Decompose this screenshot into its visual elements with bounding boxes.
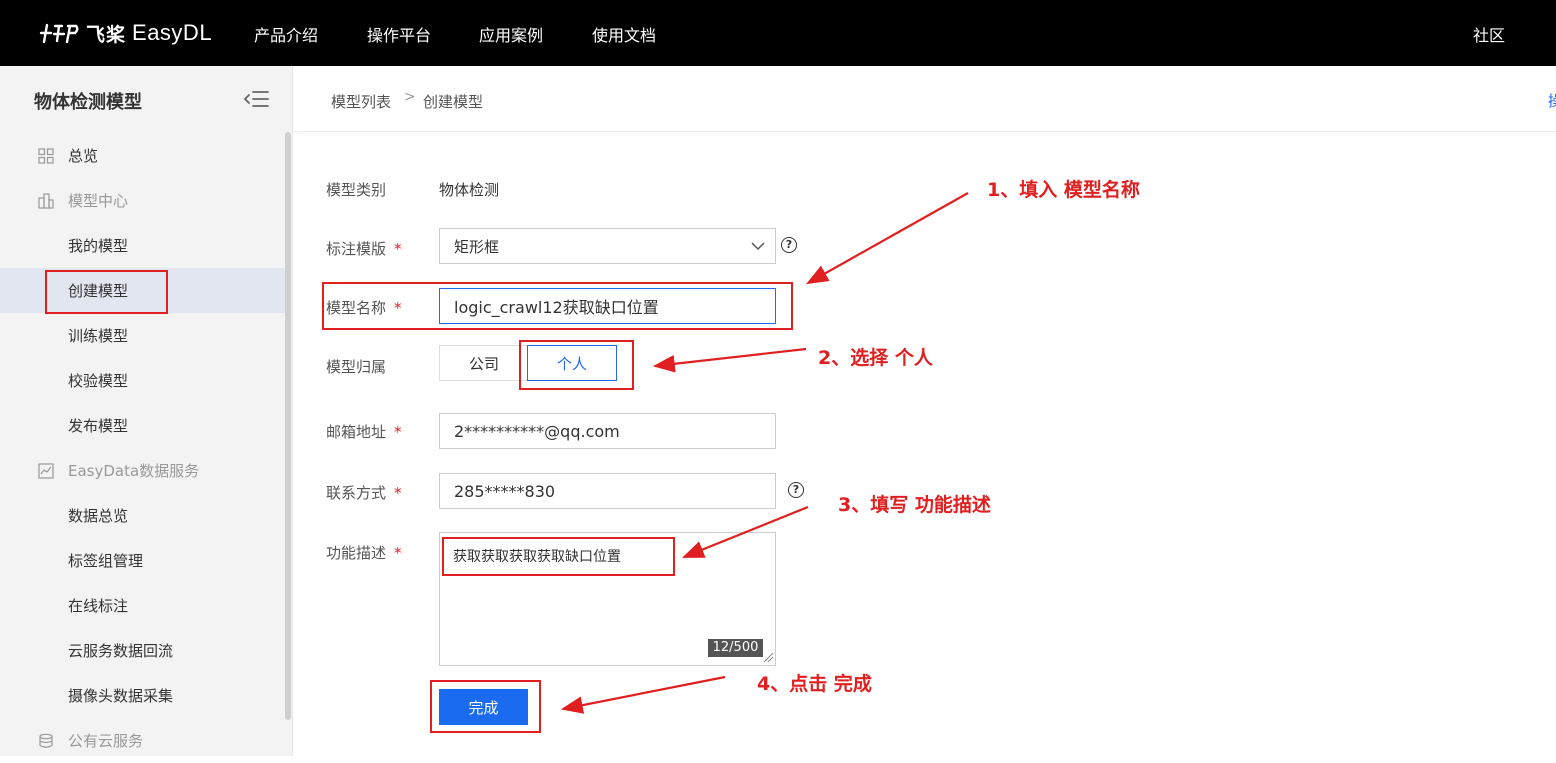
model-center-icon (38, 192, 54, 209)
sidebar-group-label: EasyData数据服务 (68, 462, 200, 480)
model-name-input[interactable]: logic_crawl12获取缺口位置 (439, 288, 776, 324)
database-icon (39, 733, 53, 748)
nav-community[interactable]: 社区 (1473, 22, 1505, 46)
owner-option-company[interactable]: 公司 (439, 345, 529, 381)
nav-platform[interactable]: 操作平台 (367, 22, 431, 46)
nav-docs[interactable]: 使用文档 (592, 22, 656, 46)
annotation-step-2: 2、选择 个人 (818, 347, 933, 369)
template-select[interactable]: 矩形框 (439, 228, 776, 264)
sidebar-group-public-cloud[interactable]: 公有云服务 (0, 718, 285, 763)
description-label: 功能描述 * (326, 542, 402, 563)
template-label-text: 标注模版 (326, 240, 387, 258)
required-mark: * (394, 240, 402, 258)
arrow-step-2 (652, 347, 807, 373)
highlight-box-owner (519, 340, 634, 390)
paddle-easydl-logo[interactable]: 飞桨 EasyDL (38, 18, 212, 48)
breadcrumb (294, 66, 1556, 132)
description-label-text: 功能描述 (326, 544, 387, 562)
email-label: 邮箱地址 * (326, 421, 402, 442)
required-mark: * (394, 544, 402, 562)
model-owner-label: 模型归属 (326, 358, 387, 376)
sidebar-scrollbar[interactable] (285, 132, 291, 720)
sidebar-item-my-models[interactable]: 我的模型 (0, 223, 285, 268)
email-label-text: 邮箱地址 (326, 423, 387, 441)
contact-label-text: 联系方式 (326, 484, 387, 502)
arrow-step-1 (806, 192, 969, 285)
collapse-menu-icon[interactable] (243, 90, 269, 108)
sidebar: 物体检测模型 总览 模型中心 我的模型 创建模型 训练模型 校验模型 发布模型 … (0, 66, 293, 756)
annotation-step-3: 3、填写 功能描述 (838, 494, 991, 516)
sidebar-group-label: 模型中心 (68, 192, 129, 210)
help-icon[interactable]: ? (781, 237, 797, 253)
contact-input[interactable]: 285*****830 (439, 473, 776, 509)
edge-link[interactable]: 操 (1548, 90, 1556, 111)
sidebar-item-train-model[interactable]: 训练模型 (0, 313, 285, 358)
nav-product-intro[interactable]: 产品介绍 (254, 22, 318, 46)
highlight-box-create-model (45, 270, 168, 314)
sidebar-item-label-groups[interactable]: 标签组管理 (0, 538, 285, 583)
sidebar-item-data-overview[interactable]: 数据总览 (0, 493, 285, 538)
sidebar-item-online-labeling[interactable]: 在线标注 (0, 583, 285, 628)
sidebar-item-label: 总览 (68, 147, 99, 165)
required-mark: * (394, 299, 402, 317)
help-icon[interactable]: ? (788, 482, 804, 498)
annotation-step-1: 1、填入 模型名称 (987, 179, 1140, 201)
char-counter: 12/500 (708, 639, 763, 657)
sidebar-item-overview[interactable]: 总览 (0, 133, 285, 178)
logo-text-en: EasyDL (132, 20, 213, 45)
chart-icon (38, 462, 54, 479)
required-mark: * (394, 484, 402, 502)
breadcrumb-separator: > (404, 89, 416, 105)
model-name-label-text: 模型名称 (326, 299, 387, 317)
breadcrumb-model-list[interactable]: 模型列表 (331, 91, 391, 112)
top-nav-bar: 飞桨 EasyDL 产品介绍 操作平台 应用案例 使用文档 社区 (0, 0, 1556, 66)
grid-icon (38, 147, 54, 164)
sidebar-group-easydata[interactable]: EasyData数据服务 (0, 448, 285, 493)
required-mark: * (394, 423, 402, 441)
highlight-box-submit (430, 680, 541, 733)
sidebar-group-model-center[interactable]: 模型中心 (0, 178, 285, 223)
email-input[interactable]: 2**********@qq.com (439, 413, 776, 449)
chevron-down-icon (751, 242, 765, 251)
model-type-value: 物体检测 (439, 181, 500, 199)
resize-handle-icon[interactable] (762, 651, 774, 663)
paddle-logo-icon (39, 23, 79, 44)
model-name-label: 模型名称 * (326, 297, 402, 318)
sidebar-group-label: 公有云服务 (68, 732, 144, 750)
annotation-step-4: 4、点击 完成 (757, 673, 872, 695)
nav-cases[interactable]: 应用案例 (479, 22, 543, 46)
sidebar-item-validate-model[interactable]: 校验模型 (0, 358, 285, 403)
highlight-box-description (442, 537, 675, 576)
contact-label: 联系方式 * (326, 482, 402, 503)
model-type-label: 模型类别 (326, 181, 387, 199)
sidebar-title: 物体检测模型 (34, 92, 142, 113)
sidebar-item-publish-model[interactable]: 发布模型 (0, 403, 285, 448)
template-label: 标注模版 * (326, 238, 402, 259)
breadcrumb-current: 创建模型 (423, 93, 484, 111)
sidebar-item-cloud-data-backflow[interactable]: 云服务数据回流 (0, 628, 285, 673)
template-selected-value: 矩形框 (454, 237, 500, 256)
logo-text-cn: 飞桨 (86, 23, 127, 46)
arrow-step-4 (560, 675, 726, 714)
sidebar-item-camera-data[interactable]: 摄像头数据采集 (0, 673, 285, 718)
